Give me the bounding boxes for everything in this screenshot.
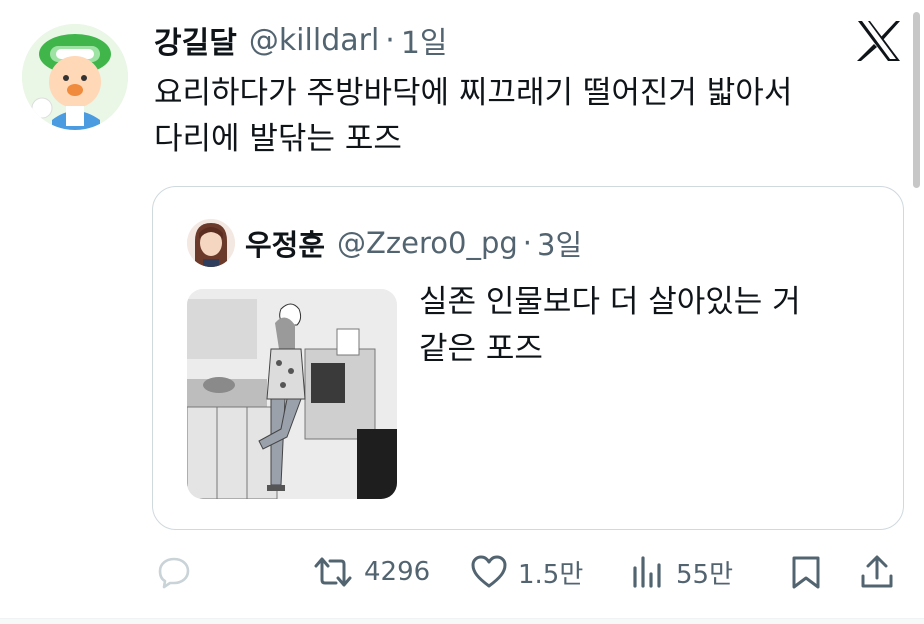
- x-logo-icon: [857, 21, 900, 61]
- author-display-name[interactable]: 강길달: [154, 18, 237, 62]
- author-avatar[interactable]: [22, 24, 128, 130]
- separator-dot: ·: [385, 22, 395, 58]
- divider: [0, 618, 924, 624]
- like-button[interactable]: 1.5만: [470, 548, 583, 596]
- heart-icon: [471, 555, 507, 588]
- tweet-text-line: 다리에 발닦는 포즈: [154, 121, 402, 157]
- quoted-avatar-image: [187, 219, 235, 267]
- like-count: 1.5만: [518, 559, 584, 590]
- views-count: 55만: [676, 559, 734, 590]
- tweet-age[interactable]: 1일: [401, 18, 448, 62]
- retweet-icon: [314, 557, 352, 587]
- reply-icon: [158, 557, 190, 589]
- quoted-media-image[interactable]: [187, 289, 397, 499]
- share-icon: [861, 555, 893, 588]
- scrollbar[interactable]: [913, 12, 920, 188]
- separator-dot: ·: [522, 226, 532, 260]
- tweet-text-line: 요리하다가 주방바닥에 찌끄래기 떨어진거 밟아서: [154, 75, 793, 111]
- quoted-display-name[interactable]: 우정훈: [245, 222, 325, 264]
- tweet-text: 요리하다가 주방바닥에 찌끄래기 떨어진거 밟아서 다리에 발닦는 포즈: [154, 70, 894, 162]
- action-bar: 4296 1.5만 55만: [0, 548, 924, 596]
- tweet-header: 강길달 @killdarl · 1일: [154, 16, 448, 64]
- quoted-handle[interactable]: @Zzero0_pg: [337, 226, 518, 260]
- share-button[interactable]: [860, 548, 894, 596]
- quoted-text-line: 같은 포즈: [419, 331, 543, 367]
- views-button[interactable]: 55만: [630, 548, 733, 596]
- bookmark-button[interactable]: [790, 548, 822, 596]
- tweet-card[interactable]: 강길달 @killdarl · 1일 요리하다가 주방바닥에 찌끄래기 떨어진거…: [0, 0, 924, 624]
- views-icon: [633, 556, 661, 588]
- retweet-count: 4296: [364, 557, 431, 587]
- quoted-tweet[interactable]: 우정훈 @Zzero0_pg · 3일 실존 인물보다 더 살아있는 거 같은 …: [152, 186, 904, 530]
- quoted-tweet-age[interactable]: 3일: [537, 222, 582, 264]
- quoted-header: 우정훈 @Zzero0_pg · 3일: [245, 221, 582, 265]
- manga-kitchen-image: [187, 289, 397, 499]
- retweet-button[interactable]: 4296: [312, 548, 430, 596]
- reply-button[interactable]: [156, 548, 192, 596]
- quoted-author-avatar[interactable]: [187, 219, 235, 267]
- quoted-text-line: 실존 인물보다 더 살아있는 거: [419, 284, 801, 320]
- author-handle[interactable]: @killdarl: [249, 23, 379, 58]
- quoted-tweet-text: 실존 인물보다 더 살아있는 거 같은 포즈: [419, 279, 879, 373]
- bookmark-icon: [792, 556, 820, 589]
- avatar-character-image: [22, 24, 128, 130]
